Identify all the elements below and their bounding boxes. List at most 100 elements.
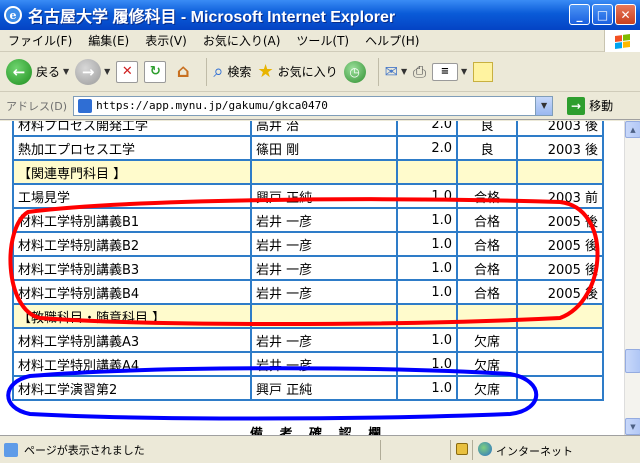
chevron-down-icon[interactable]: ▼: [63, 67, 69, 76]
chevron-down-icon[interactable]: ▼: [401, 67, 407, 76]
toolbar-separator: [206, 57, 208, 86]
menu-edit[interactable]: 編集(E): [80, 32, 137, 49]
menu-bar: ファイル(F) 編集(E) 表示(V) お気に入り(A) ツール(T) ヘルプ(…: [0, 30, 640, 52]
status-divider: [380, 440, 381, 460]
term-value: 2003 前: [516, 183, 604, 209]
grade-value: 合格: [456, 279, 518, 305]
teacher-name: 岩井 一彦: [250, 279, 398, 305]
chevron-down-icon[interactable]: ▼: [104, 67, 110, 76]
grade-value: 欠席: [456, 327, 518, 353]
credit-value: 1.0: [396, 279, 458, 305]
toolbar: ← 戻る ▼ → ▼ ✕ ↻ ⌂ ⌕ 検索 ★ お気に入り ◷ ✉ ▼ ⎙ ≡ …: [0, 52, 640, 92]
course-name: 熱加工プロセス工学: [12, 135, 252, 161]
course-table: 材料プロセス開発工学 高井 治 2.0 良 2003 後熱加工プロセス工学 篠田 剛 2.0…: [12, 121, 604, 401]
print-button[interactable]: ⎙: [413, 62, 426, 82]
section-title: 【関連専門科目 】: [12, 159, 252, 185]
grade-value: 合格: [456, 231, 518, 257]
vertical-scrollbar[interactable]: ▲ ▼: [624, 121, 640, 435]
section-row: 【教職科目・随意科目 】: [12, 303, 604, 329]
chevron-down-icon[interactable]: ▼: [535, 96, 553, 115]
empty-cell: [456, 303, 518, 329]
term-value: 2003 後: [516, 121, 604, 137]
scroll-up-icon[interactable]: ▲: [625, 121, 640, 138]
search-button[interactable]: ⌕ 検索: [213, 61, 251, 82]
address-url[interactable]: https://app.mynu.jp/gakumu/gkca0470: [96, 99, 328, 112]
refresh-button[interactable]: ↻: [144, 60, 167, 83]
history-icon: ◷: [343, 60, 366, 83]
edit-button[interactable]: ≡ ▼: [431, 62, 467, 81]
page-icon: [78, 98, 93, 113]
page-done-icon: [4, 442, 18, 457]
favorites-button[interactable]: ★ お気に入り: [257, 61, 337, 82]
ie-logo-icon: e: [4, 6, 22, 24]
teacher-name: 岩井 一彦: [250, 351, 398, 377]
teacher-name: 高井 治: [250, 121, 398, 137]
course-name: 材料工学特別講義B2: [12, 231, 252, 257]
minimize-button[interactable]: _: [569, 4, 590, 25]
forward-arrow-icon: →: [75, 58, 102, 85]
teacher-name: 岩井 一彦: [250, 231, 398, 257]
menu-tools[interactable]: ツール(T): [288, 32, 357, 49]
table-row: 材料工学特別講義B2 岩井 一彦 1.0 合格 2005 後: [12, 231, 604, 257]
status-divider: [472, 440, 473, 460]
empty-cell: [516, 159, 604, 185]
course-name: 材料工学演習第2: [12, 375, 252, 401]
credit-value: 1.0: [396, 207, 458, 233]
credit-value: 2.0: [396, 135, 458, 161]
grade-value: 合格: [456, 183, 518, 209]
course-name: 工場見学: [12, 183, 252, 209]
credit-value: 1.0: [396, 183, 458, 209]
globe-icon: [478, 442, 492, 456]
credit-value: 1.0: [396, 375, 458, 401]
empty-cell: [396, 159, 458, 185]
term-value: 2005 後: [516, 231, 604, 257]
term-value: [516, 351, 604, 377]
table-row: 材料工学特別講義A4 岩井 一彦 1.0 欠席: [12, 351, 604, 377]
history-button[interactable]: ◷: [343, 60, 366, 83]
search-icon: ⌕: [213, 61, 224, 82]
menu-view[interactable]: 表示(V): [137, 32, 195, 49]
security-zone: インターネット: [496, 445, 573, 458]
teacher-name: 岩井 一彦: [250, 207, 398, 233]
messenger-button[interactable]: [473, 61, 494, 82]
scroll-thumb[interactable]: [625, 349, 640, 373]
windows-logo-icon: [604, 30, 640, 52]
course-name: 材料工学特別講義A4: [12, 351, 252, 377]
teacher-name: 興戸 正純: [250, 375, 398, 401]
back-button[interactable]: ← 戻る ▼: [6, 58, 69, 85]
scroll-down-icon[interactable]: ▼: [625, 418, 640, 435]
course-name: 材料工学特別講義B3: [12, 255, 252, 281]
home-button[interactable]: ⌂: [172, 61, 194, 83]
go-label: 移動: [589, 99, 614, 113]
teacher-name: 興戸 正純: [250, 183, 398, 209]
mail-button[interactable]: ✉ ▼: [385, 62, 408, 81]
remarks-heading: 備 考 確 認 欄: [250, 427, 388, 435]
table-row: 材料工学演習第2 興戸 正純 1.0 欠席: [12, 375, 604, 401]
course-name: 材料工学特別講義B1: [12, 207, 252, 233]
maximize-button[interactable]: □: [592, 4, 613, 25]
window-title: 名古屋大学 履修科目 - Microsoft Internet Explorer: [28, 9, 396, 26]
menu-help[interactable]: ヘルプ(H): [357, 32, 427, 49]
term-value: [516, 375, 604, 401]
home-icon: ⌂: [176, 61, 190, 82]
term-value: 2005 後: [516, 207, 604, 233]
chevron-down-icon[interactable]: ▼: [461, 67, 467, 76]
term-value: 2005 後: [516, 279, 604, 305]
go-button[interactable]: → 移動: [567, 96, 614, 115]
menu-favorites[interactable]: お気に入り(A): [195, 32, 289, 49]
credit-value: 2.0: [396, 121, 458, 137]
printer-icon: ⎙: [413, 61, 426, 81]
status-bar: ページが表示されました インターネット: [0, 435, 640, 463]
address-input[interactable]: https://app.mynu.jp/gakumu/gkca0470 ▼: [73, 95, 554, 116]
grade-value: 欠席: [456, 375, 518, 401]
term-value: 2005 後: [516, 255, 604, 281]
address-bar: アドレス(D) https://app.mynu.jp/gakumu/gkca0…: [0, 92, 640, 120]
menu-file[interactable]: ファイル(F): [0, 32, 80, 49]
stop-button[interactable]: ✕: [116, 60, 139, 83]
close-button[interactable]: ✕: [615, 4, 636, 25]
grade-value: 合格: [456, 207, 518, 233]
course-name: 材料工学特別講義B4: [12, 279, 252, 305]
teacher-name: 岩井 一彦: [250, 255, 398, 281]
section-title: 【教職科目・随意科目 】: [12, 303, 252, 329]
forward-button[interactable]: → ▼: [75, 58, 110, 85]
